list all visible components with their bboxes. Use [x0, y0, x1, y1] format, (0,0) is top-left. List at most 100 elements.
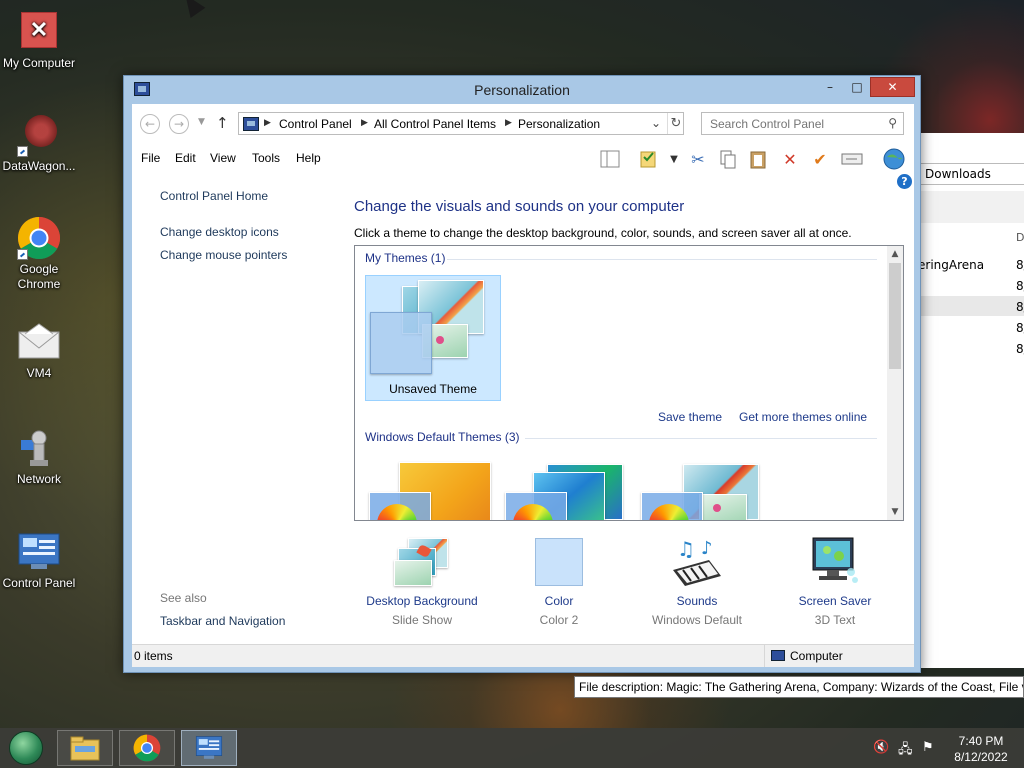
menu-view[interactable]: View	[210, 151, 236, 165]
desktop-icon-datawagon[interactable]: DataWagon...	[0, 113, 78, 174]
status-location: Computer	[764, 645, 849, 667]
desktop-background-setting[interactable]: Desktop Background Slide Show	[357, 536, 487, 627]
page-description: Click a theme to change the desktop back…	[354, 226, 852, 240]
taskbar-control-panel[interactable]	[181, 730, 237, 766]
search-input[interactable]	[702, 113, 882, 134]
get-more-themes-link[interactable]: Get more themes online	[739, 410, 867, 424]
breadcrumb-personalization[interactable]: Personalization	[518, 117, 600, 131]
background-explorer-window[interactable]: Downloads D eringArena 8/ 8/ 8/ 8/ 8/	[915, 133, 1024, 668]
shortcut-arrow-icon	[17, 146, 28, 157]
breadcrumb-control-panel[interactable]: Control Panel	[279, 117, 352, 131]
chevron-down-icon[interactable]: ⌄	[651, 116, 661, 130]
system-clock[interactable]: 7:40 PM 8/12/2022	[946, 733, 1016, 765]
desktop-background-icon	[394, 536, 450, 588]
screen-saver-value: 3D Text	[814, 613, 856, 627]
volume-muted-icon[interactable]: 🔇	[873, 740, 889, 755]
title-bar[interactable]: Personalization – □ ✕	[124, 76, 920, 104]
file-row-date: 8/	[1016, 321, 1024, 335]
scroll-down-arrow-icon[interactable]: ▼	[887, 504, 903, 520]
menu-file[interactable]: File	[141, 151, 160, 165]
chevron-right-icon[interactable]: ▶	[505, 118, 512, 128]
control-panel-home-link[interactable]: Control Panel Home	[160, 189, 268, 203]
desktop-icon-label: VM4	[26, 366, 52, 380]
screen-saver-icon	[807, 536, 863, 588]
save-theme-link[interactable]: Save theme	[658, 410, 722, 424]
file-tooltip: File description: Magic: The Gathering A…	[574, 676, 1024, 698]
color-setting[interactable]: Color Color 2	[494, 536, 624, 627]
delete-icon[interactable]: ✕	[778, 148, 802, 170]
properties-folder-icon[interactable]	[636, 148, 660, 170]
desktop-icon-network[interactable]: Network	[0, 426, 78, 487]
svg-text:♫: ♫	[677, 537, 695, 561]
desktop-icon-my-computer[interactable]: ✕ My Computer	[0, 10, 78, 71]
chevron-right-icon[interactable]: ▶	[361, 118, 368, 128]
help-icon[interactable]: ?	[897, 174, 912, 189]
my-themes-group-label: My Themes (1)	[365, 251, 446, 265]
color-label[interactable]: Color	[494, 594, 624, 608]
theme-list[interactable]: My Themes (1) Unsaved Theme Save theme G…	[354, 245, 904, 521]
copy-icon[interactable]	[716, 148, 740, 170]
rename-icon[interactable]	[840, 148, 864, 170]
taskbar-chrome[interactable]	[119, 730, 175, 766]
minimize-button[interactable]: –	[817, 77, 843, 97]
column-header[interactable]: D	[1016, 231, 1024, 244]
sounds-value: Windows Default	[651, 613, 743, 627]
file-row-date: 8/	[1016, 279, 1024, 293]
change-desktop-icons-link[interactable]: Change desktop icons	[160, 225, 279, 239]
chevron-down-icon[interactable]: ▼	[662, 148, 686, 170]
address-bar[interactable]: Downloads	[920, 163, 1024, 185]
theme-list-scrollbar[interactable]: ▲ ▼	[887, 246, 903, 520]
change-mouse-pointers-link[interactable]: Change mouse pointers	[160, 248, 287, 262]
up-arrow-icon[interactable]: ↑	[216, 114, 229, 132]
screen-saver-setting[interactable]: Screen Saver 3D Text	[770, 536, 900, 627]
back-button[interactable]: ←	[140, 114, 160, 134]
ribbon-band	[916, 191, 1024, 223]
sounds-icon: ♫ ♪	[669, 536, 725, 588]
file-row[interactable]: eringArena	[918, 258, 984, 272]
menu-tools[interactable]: Tools	[252, 151, 280, 165]
start-button[interactable]	[6, 730, 46, 766]
theme-lines-colors[interactable]	[505, 456, 641, 520]
scrollbar-thumb[interactable]	[889, 263, 901, 369]
sounds-setting[interactable]: ♫ ♪ Sounds Windows Default	[632, 536, 762, 627]
search-icon[interactable]: ⚲	[888, 116, 897, 130]
search-box[interactable]: ⚲	[701, 112, 904, 135]
personalization-window[interactable]: Personalization – □ ✕ ← → ▼ ↑ ▶ Control …	[123, 75, 921, 673]
desktop-icon-chrome[interactable]: Google Chrome	[0, 216, 78, 292]
desktop-icon-vm4[interactable]: VM4	[0, 320, 78, 381]
taskbar-file-explorer[interactable]	[57, 730, 113, 766]
menu-edit[interactable]: Edit	[175, 151, 196, 165]
network-status-icon[interactable]: 🖧	[898, 740, 913, 762]
status-bar: 0 items Computer	[132, 644, 914, 667]
chevron-right-icon[interactable]: ▶	[264, 118, 271, 128]
paste-icon[interactable]	[746, 148, 770, 170]
desktop-background-label[interactable]: Desktop Background	[357, 594, 487, 608]
desktop-icon-label: DataWagon...	[2, 159, 76, 173]
menu-help[interactable]: Help	[296, 151, 321, 165]
theme-flowers[interactable]	[641, 456, 777, 520]
address-bar[interactable]: ▶ Control Panel ▶ All Control Panel Item…	[238, 112, 684, 135]
layout-pane-icon[interactable]	[598, 148, 622, 170]
taskbar-navigation-link[interactable]: Taskbar and Navigation	[160, 614, 285, 628]
scroll-up-arrow-icon[interactable]: ▲	[887, 246, 903, 262]
action-center-flag-icon[interactable]: ⚑	[922, 740, 934, 755]
close-button[interactable]: ✕	[870, 77, 915, 97]
theme-windows[interactable]	[365, 456, 501, 520]
theme-unsaved[interactable]: Unsaved Theme	[365, 275, 501, 401]
checkmark-icon[interactable]: ✔	[808, 148, 832, 170]
envelope-icon	[17, 320, 61, 364]
breadcrumb-all-items[interactable]: All Control Panel Items	[374, 117, 496, 131]
control-panel-icon	[195, 736, 223, 759]
chrome-icon	[17, 216, 61, 260]
screen-saver-label[interactable]: Screen Saver	[770, 594, 900, 608]
maximize-button[interactable]: □	[844, 77, 870, 97]
forward-button[interactable]: →	[169, 114, 189, 134]
desktop-icon-control-panel[interactable]: Control Panel	[0, 530, 78, 591]
cut-icon[interactable]: ✂	[686, 148, 710, 170]
globe-icon[interactable]	[882, 148, 906, 170]
sounds-label[interactable]: Sounds	[632, 594, 762, 608]
refresh-icon[interactable]: ↻	[667, 113, 684, 134]
chrome-icon	[133, 734, 161, 762]
recent-locations-dropdown[interactable]: ▼	[198, 117, 205, 127]
clock-date: 8/12/2022	[954, 750, 1008, 764]
